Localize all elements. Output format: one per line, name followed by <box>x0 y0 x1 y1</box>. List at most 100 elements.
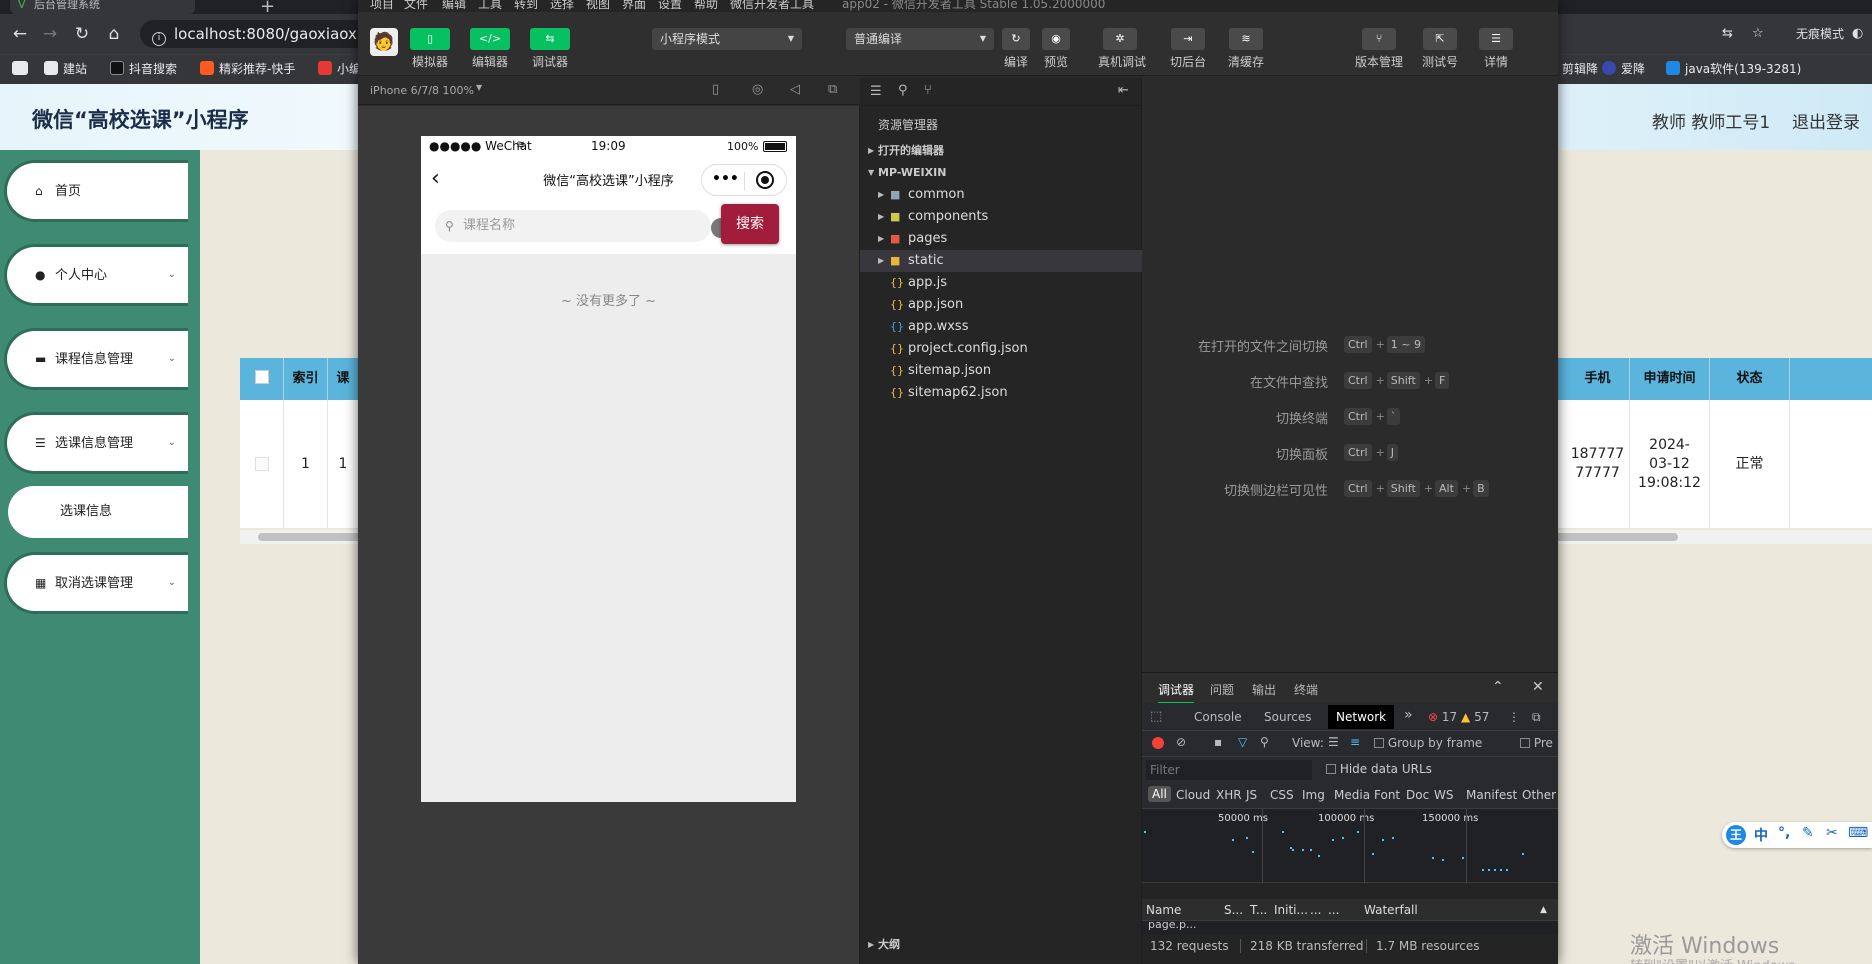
list-icon[interactable]: ☰ <box>870 84 882 99</box>
ime-chinese-icon[interactable]: 中 <box>1754 825 1768 845</box>
undock-icon[interactable]: ⧉ <box>1532 710 1541 725</box>
bookmark-item[interactable]: java软件(139-3281) <box>1666 61 1801 77</box>
ime-scissors-icon[interactable]: ✂ <box>1826 825 1838 841</box>
reload-icon[interactable]: ↻ <box>70 22 94 46</box>
details-button[interactable]: ☰ 详情 <box>1474 28 1518 70</box>
tab-sources[interactable]: Sources <box>1264 710 1311 724</box>
ime-logo-icon[interactable]: 王 <box>1726 825 1746 845</box>
tab-debugger[interactable]: 调试器 <box>1158 681 1195 704</box>
inspect-icon[interactable]: ⬚ <box>1150 709 1162 724</box>
popout-icon[interactable]: ⧉ <box>828 82 837 97</box>
folder-item[interactable]: ▶ ■ static <box>860 250 1142 272</box>
forward-icon[interactable]: → <box>38 22 62 46</box>
close-miniprogram-icon[interactable] <box>756 171 774 189</box>
mode-select[interactable]: 小程序模式 ▼ <box>652 28 802 50</box>
menu-item[interactable]: 视图 <box>586 0 610 12</box>
device-select[interactable]: iPhone 6/7/8 100% <box>370 84 474 97</box>
tab-problems[interactable]: 问题 <box>1210 681 1234 698</box>
filter-js[interactable]: JS <box>1246 788 1257 802</box>
menu-item[interactable]: 编辑 <box>442 0 466 12</box>
sidebar-item-courses[interactable]: ▬ 课程信息管理 ⌄ <box>4 328 188 390</box>
browser-tab[interactable]: V 后台管理系统 <box>10 0 195 14</box>
waterfall-view-icon[interactable]: ≡ <box>1350 735 1360 749</box>
filter-ws[interactable]: WS <box>1434 788 1453 802</box>
search-button[interactable]: 搜索 <box>721 204 779 244</box>
filter-doc[interactable]: Doc <box>1406 788 1429 802</box>
filter-cloud[interactable]: Cloud <box>1176 788 1210 802</box>
ime-punct-icon[interactable]: °, <box>1778 825 1790 841</box>
compile-mode-select[interactable]: 普通编译 ▼ <box>846 28 994 50</box>
file-item[interactable]: {} sitemap.json <box>860 360 1142 382</box>
home-icon[interactable]: ⌂ <box>102 22 126 46</box>
avatar[interactable]: 🧑 <box>370 28 398 56</box>
phone-icon[interactable]: ▯ <box>712 82 719 97</box>
select-all-checkbox[interactable] <box>240 358 284 400</box>
column-header[interactable]: S... <box>1224 903 1243 917</box>
filter-other[interactable]: Other <box>1522 788 1556 802</box>
search-icon[interactable]: ⚲ <box>1260 735 1269 749</box>
menu-item[interactable]: 设置 <box>658 0 682 12</box>
back-icon[interactable]: ← <box>8 22 32 46</box>
kebab-menu-icon[interactable]: ⋮ <box>1508 710 1520 724</box>
camera-icon[interactable]: ▪ <box>1214 735 1222 749</box>
real-device-debug-button[interactable]: ✲ 真机调试 <box>1098 28 1146 70</box>
close-icon[interactable]: ✕ <box>1532 679 1544 695</box>
version-control-button[interactable]: ⑂ 版本管理 <box>1354 28 1404 70</box>
menu-item[interactable]: 项目 <box>370 0 394 12</box>
filter-icon[interactable]: ▽ <box>1238 735 1247 749</box>
list-view-icon[interactable]: ☰ <box>1328 735 1339 749</box>
sidebar-subitem-selection-info[interactable]: 选课信息 <box>8 486 188 538</box>
column-header[interactable]: T... <box>1250 903 1267 917</box>
filter-media[interactable]: Media <box>1334 788 1370 802</box>
bookmark-item[interactable]: 小编 <box>318 61 361 77</box>
error-count[interactable]: ⊗ 17 ▲ 57 <box>1428 710 1489 724</box>
volume-icon[interactable]: ◁ <box>790 82 800 97</box>
menu-item[interactable]: 转到 <box>514 0 538 12</box>
ime-keyboard-icon[interactable]: ⌨ <box>1848 825 1868 841</box>
column-header[interactable]: ... <box>1328 903 1339 917</box>
editor-button[interactable]: </> 编辑器 <box>468 28 512 70</box>
filter-img[interactable]: Img <box>1302 788 1325 802</box>
preserve-log-checkbox[interactable]: Pre <box>1520 736 1553 750</box>
filter-font[interactable]: Font <box>1374 788 1400 802</box>
ime-pen-icon[interactable]: ✎ <box>1802 825 1814 841</box>
folder-item[interactable]: ▶ ■ components <box>860 206 1142 228</box>
file-item[interactable]: {} sitemap62.json <box>860 382 1142 404</box>
column-header[interactable]: Name <box>1146 903 1181 917</box>
column-header[interactable]: Waterfall <box>1364 903 1418 917</box>
outline-section[interactable]: ▶ 大纲 <box>860 934 1142 956</box>
site-info-icon[interactable]: i <box>152 32 166 46</box>
sidebar-item-cancel[interactable]: ▦ 取消选课管理 ⌄ <box>4 552 188 614</box>
menu-item[interactable]: 界面 <box>622 0 646 12</box>
file-item[interactable]: {} app.wxss <box>860 316 1142 338</box>
more-icon[interactable]: ••• <box>712 171 739 187</box>
record-icon[interactable]: ◎ <box>752 82 763 97</box>
profile-icon[interactable]: ◐ <box>1852 22 1863 46</box>
file-item[interactable]: {} app.js <box>860 272 1142 294</box>
menu-item[interactable]: 文件 <box>404 0 428 12</box>
chevron-up-icon[interactable]: ⌃ <box>1492 679 1504 695</box>
star-icon[interactable]: ☆ <box>1752 22 1764 46</box>
hide-data-urls-checkbox[interactable]: Hide data URLs <box>1326 762 1432 776</box>
clear-icon[interactable]: ⊘ <box>1176 735 1186 749</box>
compile-button[interactable]: ↻ 编译 <box>994 28 1038 70</box>
sort-up-icon[interactable]: ▲ <box>1540 905 1547 915</box>
tab-terminal[interactable]: 终端 <box>1294 681 1318 698</box>
filter-manifest[interactable]: Manifest <box>1466 788 1517 802</box>
bookmark-item[interactable]: 爱降 <box>1602 61 1645 77</box>
branch-icon[interactable]: ⑂ <box>924 83 932 98</box>
project-section[interactable]: ▼ MP-WEIXIN <box>860 162 1142 184</box>
bookmark-apps-icon[interactable] <box>12 61 33 77</box>
search-icon[interactable]: ⚲ <box>898 83 908 98</box>
folder-item[interactable]: ▶ ■ pages <box>860 228 1142 250</box>
open-editors-section[interactable]: ▶ 打开的编辑器 <box>860 140 1142 162</box>
file-item[interactable]: {} project.config.json <box>860 338 1142 360</box>
tab-console[interactable]: Console <box>1194 710 1242 724</box>
address-bar[interactable]: i localhost:8080/gaoxiaoxuan <box>140 20 360 48</box>
translate-icon[interactable]: ⇆ <box>1722 22 1733 46</box>
menu-item[interactable]: 帮助 <box>694 0 718 12</box>
bookmark-item[interactable]: 抖音搜索 <box>110 61 177 77</box>
tab-network[interactable]: Network <box>1328 705 1395 729</box>
menu-item[interactable]: 微信开发者工具 <box>730 0 814 12</box>
record-icon[interactable] <box>1152 737 1164 749</box>
